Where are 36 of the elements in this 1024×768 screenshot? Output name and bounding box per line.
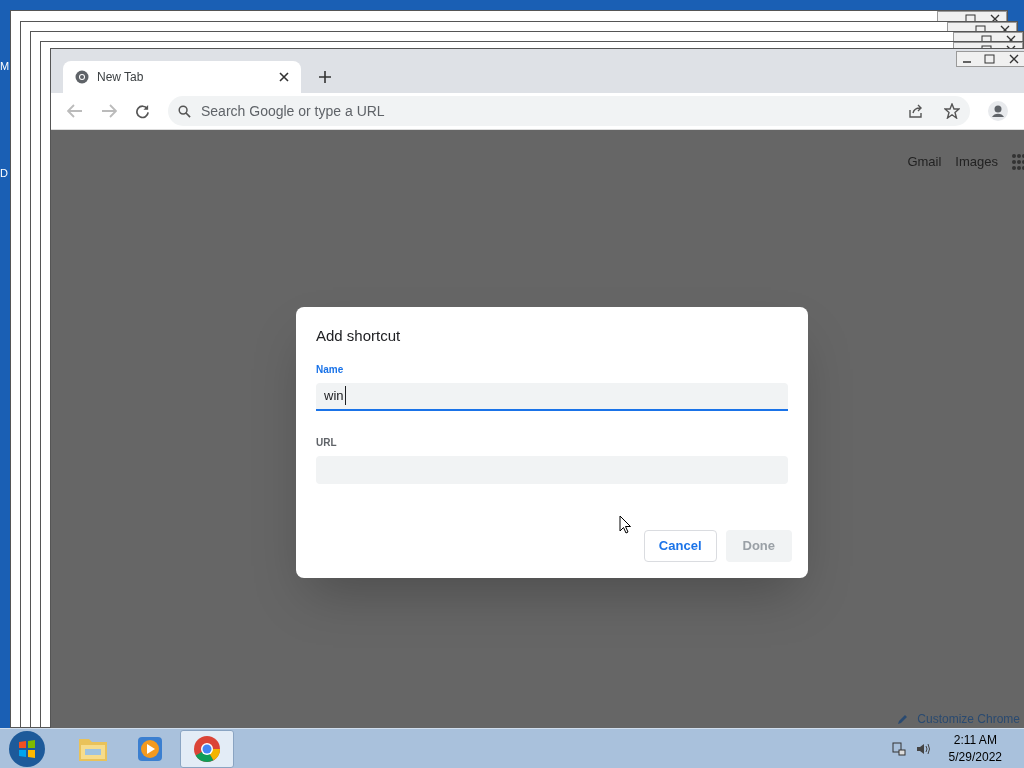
browser-logo-icon [193, 734, 221, 763]
search-icon [178, 104, 191, 118]
start-button-icon[interactable] [8, 729, 46, 768]
desktop-icon-label[interactable]: D [0, 164, 10, 181]
cancel-button[interactable]: Cancel [643, 530, 717, 562]
browser-tab[interactable]: New Tab [63, 61, 301, 93]
star-icon[interactable] [944, 103, 960, 119]
window-controls-icon[interactable] [953, 42, 1023, 48]
apps-grid-icon[interactable] [1012, 152, 1024, 171]
clock-time[interactable]: 2:11 AM [953, 731, 997, 749]
pencil-icon [897, 713, 910, 725]
network-icon[interactable] [890, 740, 907, 757]
tab-title: New Tab [97, 69, 145, 86]
window-controls-icon[interactable] [947, 22, 1017, 31]
clock-date[interactable]: 5/29/2022 [948, 748, 1002, 766]
taskbar-app[interactable] [180, 729, 234, 768]
address-bar[interactable]: Search Google or type a URL [168, 96, 970, 126]
dialog-title: Add shortcut [316, 326, 402, 346]
new-tab-icon[interactable] [319, 71, 331, 83]
address-placeholder: Search Google or type a URL [201, 101, 386, 121]
text-field[interactable]: win [316, 382, 788, 411]
window-controls-icon[interactable] [953, 32, 1023, 41]
mouse-cursor-icon [619, 515, 632, 534]
reload-icon[interactable] [135, 103, 150, 119]
profile-icon[interactable] [988, 101, 1008, 121]
media-player-icon [136, 734, 164, 763]
window-controls-icon[interactable] [937, 11, 1007, 21]
forward-arrow-icon[interactable] [101, 104, 117, 118]
close-icon[interactable] [279, 72, 289, 82]
field-label: Name [316, 362, 345, 377]
field-label: URL [316, 435, 338, 450]
back-arrow-icon[interactable] [67, 104, 83, 118]
share-icon[interactable] [908, 104, 924, 118]
desktop-icon-label[interactable]: M [0, 58, 10, 75]
browser-logo-icon [75, 70, 89, 84]
window-controls-icon[interactable] [956, 51, 1024, 67]
